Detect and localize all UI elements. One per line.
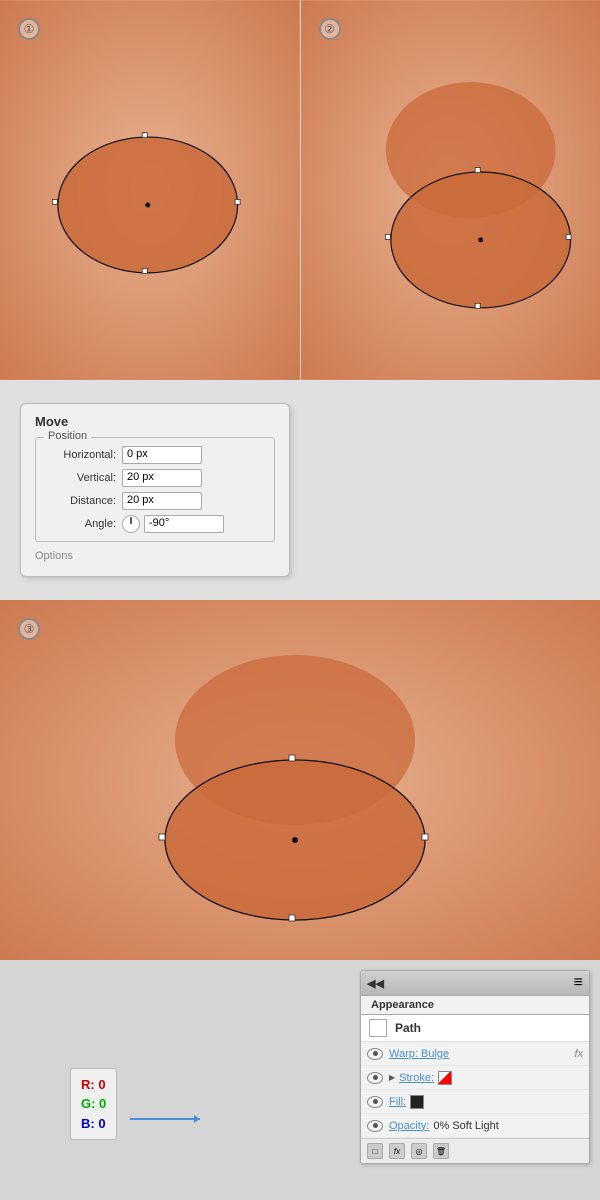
- opacity-label[interactable]: Opacity:: [389, 1120, 429, 1132]
- warp-visibility-icon[interactable]: [367, 1048, 383, 1060]
- path-label: Path: [395, 1021, 421, 1035]
- appearance-opacity-row: Opacity: 0% Soft Light: [361, 1114, 589, 1138]
- angle-input[interactable]: -90°: [144, 515, 224, 533]
- dialog-area: Move Position Horizontal: 0 px Vertical:…: [0, 380, 600, 600]
- rgb-values-box: R: 0 G: 0 B: 0: [70, 1068, 117, 1141]
- distance-input[interactable]: 20 px: [122, 492, 202, 510]
- position-section: Position Horizontal: 0 px Vertical: 20 p…: [35, 437, 275, 542]
- step2-number: ②: [319, 18, 341, 40]
- vertical-row: Vertical: 20 px: [46, 469, 264, 487]
- warp-fx-label: fx: [574, 1048, 583, 1060]
- appearance-title-left: ◀◀: [367, 977, 384, 990]
- fill-label[interactable]: Fill:: [389, 1096, 406, 1108]
- rgb-r-value: R: 0: [81, 1075, 106, 1095]
- position-label: Position: [44, 430, 91, 442]
- target-icon[interactable]: ◎: [411, 1143, 427, 1159]
- opacity-visibility-icon[interactable]: [367, 1120, 383, 1132]
- top-panels-container: ① ②: [0, 0, 600, 380]
- step2-canvas: [301, 0, 600, 380]
- panel-step3: ③: [0, 600, 600, 960]
- appearance-path-row: Path: [361, 1015, 589, 1042]
- rgb-b-value: B: 0: [81, 1114, 106, 1134]
- appearance-stroke-row: ▶ Stroke:: [361, 1066, 589, 1090]
- appearance-arrows: ◀◀: [367, 977, 384, 990]
- distance-row: Distance: 20 px: [46, 492, 264, 510]
- stroke-color-swatch[interactable]: [438, 1071, 452, 1085]
- stroke-label[interactable]: Stroke:: [399, 1072, 434, 1084]
- fx-icon[interactable]: fx: [389, 1143, 405, 1159]
- opacity-value: 0% Soft Light: [433, 1120, 498, 1132]
- horizontal-row: Horizontal: 0 px: [46, 446, 264, 464]
- step3-canvas: [0, 600, 600, 960]
- stroke-expand-icon[interactable]: ▶: [389, 1073, 395, 1082]
- add-item-icon[interactable]: □: [367, 1143, 383, 1159]
- angle-row: Angle: -90°: [46, 515, 264, 533]
- warp-label[interactable]: Warp: Bulge: [389, 1048, 449, 1060]
- appearance-fill-row: Fill:: [361, 1090, 589, 1114]
- appearance-titlebar: ◀◀ ≡: [361, 971, 589, 996]
- rgb-arrow: [130, 1118, 200, 1120]
- appearance-tab[interactable]: Appearance: [361, 996, 589, 1015]
- vertical-input[interactable]: 20 px: [122, 469, 202, 487]
- angle-dial[interactable]: [122, 515, 140, 533]
- appearance-area: R: 0 G: 0 B: 0 ◀◀ ≡ Appearance Path Warp…: [0, 960, 600, 1200]
- vertical-label: Vertical:: [46, 472, 116, 484]
- dialog-title: Move: [35, 414, 275, 429]
- angle-label: Angle:: [46, 518, 116, 530]
- delete-icon[interactable]: 🗑: [433, 1143, 449, 1159]
- horizontal-input[interactable]: 0 px: [122, 446, 202, 464]
- rgb-g-value: G: 0: [81, 1094, 106, 1114]
- options-label: Options: [35, 550, 275, 562]
- panel-step1: ①: [0, 0, 301, 380]
- appearance-menu-btn[interactable]: ≡: [574, 974, 583, 992]
- move-dialog: Move Position Horizontal: 0 px Vertical:…: [20, 403, 290, 577]
- appearance-warp-row: Warp: Bulge fx: [361, 1042, 589, 1066]
- appearance-panel: ◀◀ ≡ Appearance Path Warp: Bulge fx ▶ St…: [360, 970, 590, 1164]
- fill-visibility-icon[interactable]: [367, 1096, 383, 1108]
- step3-number: ③: [18, 618, 40, 640]
- distance-label: Distance:: [46, 495, 116, 507]
- horizontal-label: Horizontal:: [46, 449, 116, 461]
- step1-number: ①: [18, 18, 40, 40]
- appearance-bottom-bar: □ fx ◎ 🗑: [361, 1138, 589, 1163]
- fill-color-swatch[interactable]: [410, 1095, 424, 1109]
- step1-canvas: [0, 0, 300, 380]
- stroke-visibility-icon[interactable]: [367, 1072, 383, 1084]
- path-swatch: [369, 1019, 387, 1037]
- panel-step2: ②: [301, 0, 600, 380]
